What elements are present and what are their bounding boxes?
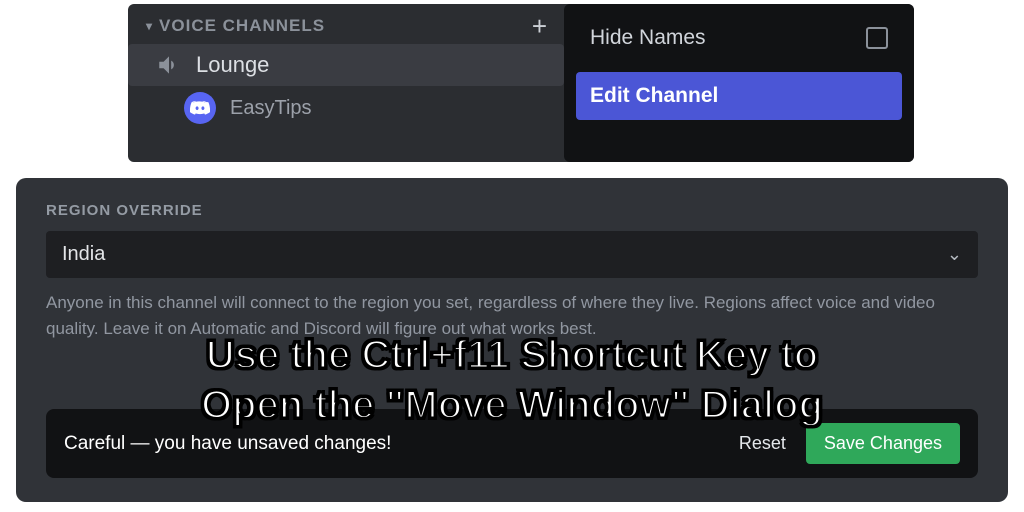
menu-hide-names[interactable]: Hide Names [576,14,902,62]
region-override-value: India [62,243,105,266]
add-channel-icon[interactable]: + [532,20,548,33]
checkbox-icon[interactable] [866,27,888,49]
menu-edit-channel[interactable]: Edit Channel [576,72,902,120]
unsaved-changes-bar: Careful — you have unsaved changes! Rese… [46,409,978,478]
menu-edit-channel-label: Edit Channel [590,84,718,108]
unsaved-message: Careful — you have unsaved changes! [64,433,719,455]
speaker-icon [156,52,182,78]
channel-panel: ▾ VOICE CHANNELS + Lounge EasyTips Hide … [128,4,914,162]
voice-channel-item[interactable]: Lounge [128,44,564,86]
channel-category-header[interactable]: ▾ VOICE CHANNELS + [128,12,564,44]
region-override-help: Anyone in this channel will connect to t… [46,290,978,341]
chevron-down-icon: ⌄ [947,244,962,265]
voice-user-item[interactable]: EasyTips [128,86,564,130]
region-override-dropdown[interactable]: India ⌄ [46,231,978,278]
context-menu: Hide Names Edit Channel [564,4,914,162]
menu-hide-names-label: Hide Names [590,26,706,50]
reset-button[interactable]: Reset [739,433,786,454]
voice-user-label: EasyTips [230,97,312,120]
voice-channel-label: Lounge [196,52,269,78]
channel-list: ▾ VOICE CHANNELS + Lounge EasyTips [128,4,564,162]
save-changes-button[interactable]: Save Changes [806,423,960,464]
chevron-down-icon: ▾ [146,19,153,33]
region-override-label: REGION OVERRIDE [46,202,978,219]
category-label: VOICE CHANNELS [159,16,325,36]
discord-logo-icon [190,98,210,118]
avatar [184,92,216,124]
settings-panel: REGION OVERRIDE India ⌄ Anyone in this c… [16,178,1008,502]
